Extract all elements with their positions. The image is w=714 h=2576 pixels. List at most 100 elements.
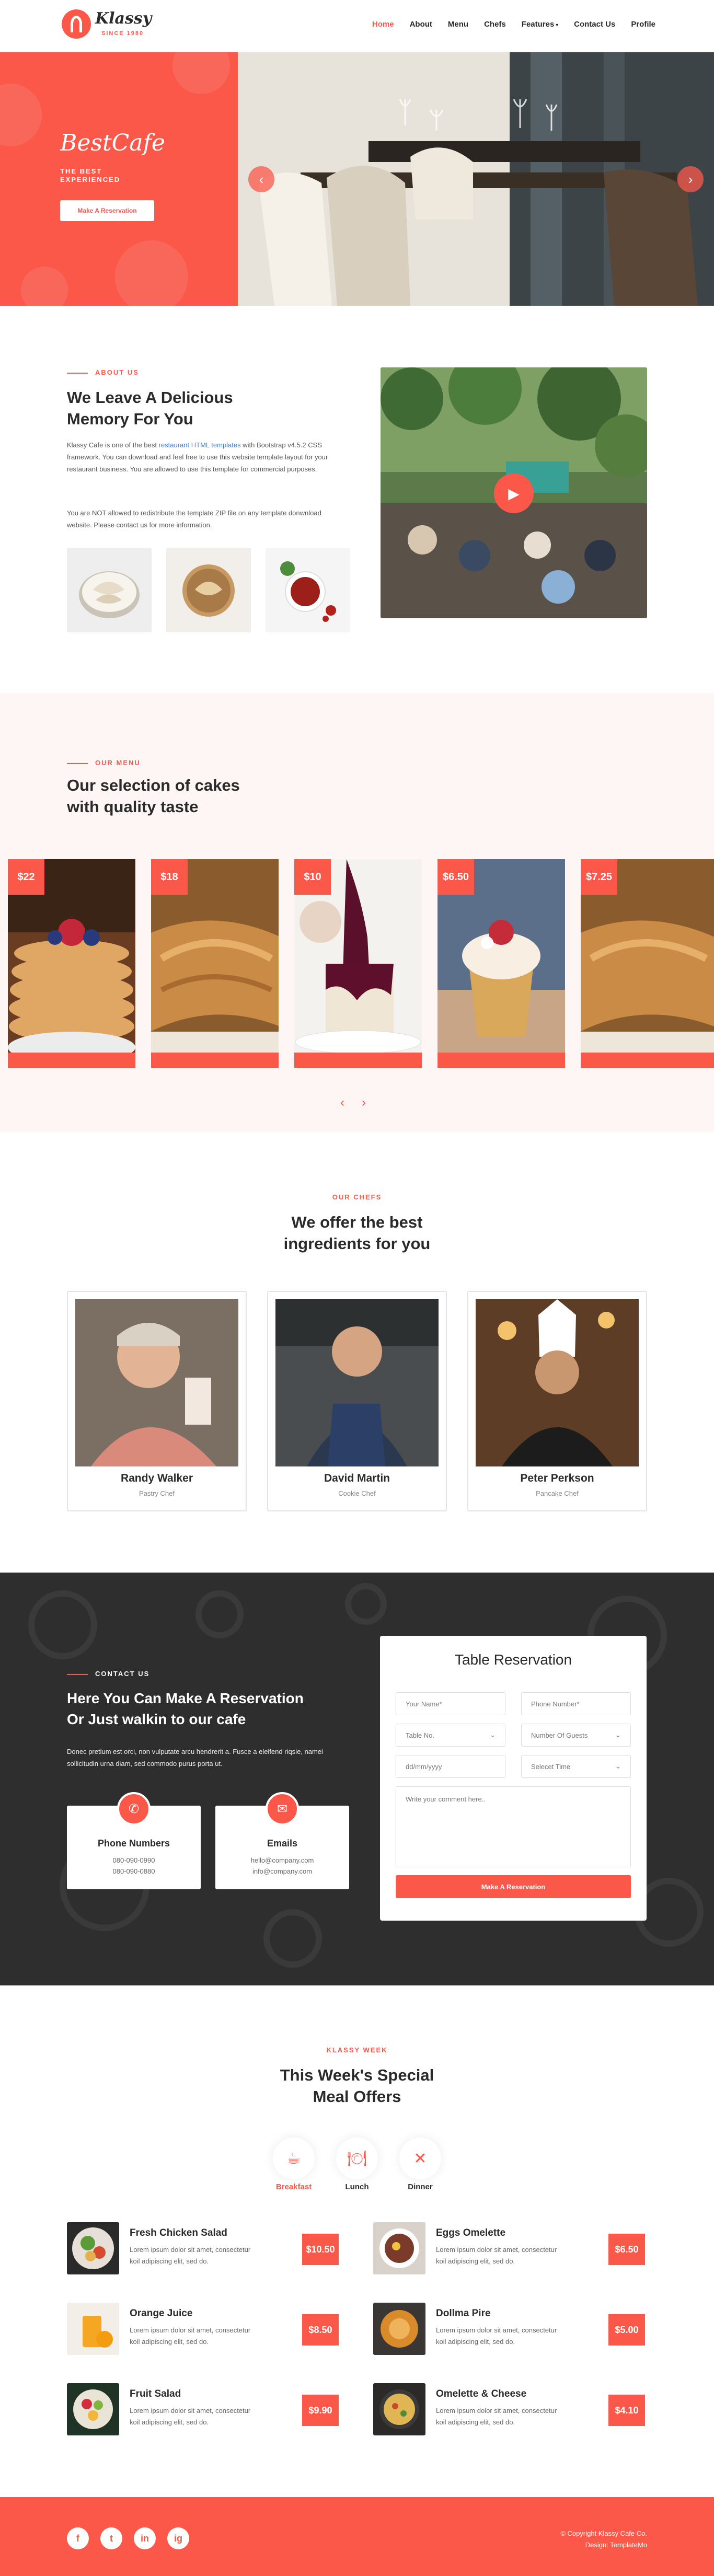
guests-select[interactable]: Number Of Guests ⌄ xyxy=(521,1724,631,1747)
meal-desc: Lorem ipsum dolor sit amet, consectetur k… xyxy=(436,2325,593,2348)
phone-number-2[interactable]: 080-090-0880 xyxy=(67,1867,201,1875)
templates-link[interactable]: restaurant HTML templates xyxy=(159,441,241,449)
meal-desc-line-2: koil adipiscing elit, sed do. xyxy=(436,2257,515,2265)
about-thumb-tea[interactable] xyxy=(266,548,350,632)
nav-features[interactable]: Features ▾ xyxy=(522,20,558,29)
week-title-line-2: Meal Offers xyxy=(313,2087,401,2106)
meal-desc-line-2: koil adipiscing elit, sed do. xyxy=(436,2338,515,2346)
meal-name: Orange Juice xyxy=(130,2308,193,2319)
make-reservation-button[interactable]: Make A Reservation xyxy=(60,200,154,221)
nav-home[interactable]: Home xyxy=(372,20,394,29)
contact-title: Here You Can Make A Reservation Or Just … xyxy=(67,1688,304,1730)
menu-title-line-1: Our selection of cakes xyxy=(67,776,240,794)
meal-item[interactable]: Fresh Chicken Salad Lorem ipsum dolor si… xyxy=(67,2222,339,2274)
meal-price: $4.10 xyxy=(608,2395,645,2426)
chef-name: Randy Walker xyxy=(120,1472,193,1484)
time-placeholder: Selecet Time xyxy=(531,1762,571,1771)
week-title: This Week's Special Meal Offers xyxy=(0,2064,714,2107)
contact-label: Contact Us xyxy=(67,1670,149,1678)
price-badge: $7.25 xyxy=(581,859,617,895)
chef-photo xyxy=(75,1299,238,1466)
about-thumb-dumplings[interactable] xyxy=(67,548,152,632)
comment-textarea[interactable]: Write your comment here.. xyxy=(396,1786,631,1867)
about-video[interactable]: ▶ xyxy=(381,367,647,618)
hero-next-button[interactable]: › xyxy=(677,166,704,192)
chef-photo xyxy=(476,1299,639,1466)
chef-card[interactable]: Randy Walker Pastry Chef xyxy=(67,1291,247,1511)
menu-title: Our selection of cakes with quality tast… xyxy=(67,775,240,817)
nav-contact[interactable]: Contact Us xyxy=(574,20,615,29)
chefs-label: Our Chefs xyxy=(332,1193,382,1201)
nav-menu[interactable]: Menu xyxy=(448,20,468,29)
meal-name: Fresh Chicken Salad xyxy=(130,2227,227,2238)
meal-item[interactable]: Fruit Salad Lorem ipsum dolor sit amet, … xyxy=(67,2383,339,2435)
menu-card[interactable]: $6.50 xyxy=(437,859,565,1068)
chevron-right-icon: › xyxy=(688,171,693,187)
chef-card[interactable]: Peter Perkson Pancake Chef xyxy=(467,1291,647,1511)
nav-about[interactable]: About xyxy=(410,20,432,29)
about-title: We Leave A Delicious Memory For You xyxy=(67,387,233,430)
chefs-title-line-1: We offer the best xyxy=(291,1213,423,1231)
table-placeholder: Table No. xyxy=(406,1731,434,1739)
time-select[interactable]: Selecet Time ⌄ xyxy=(521,1755,631,1778)
phone-card: ✆ Phone Numbers 080-090-0990 080-090-088… xyxy=(67,1792,201,1889)
instagram-icon[interactable]: ig xyxy=(167,2527,189,2549)
tea-image xyxy=(266,548,350,632)
main-nav: Home About Menu Chefs Features ▾ Contact… xyxy=(372,20,655,29)
meal-desc-line-1: Lorem ipsum dolor sit amet, consectetur xyxy=(436,2246,557,2254)
tab-lunch-label[interactable]: Lunch xyxy=(336,2182,378,2191)
hero-prev-button[interactable]: ‹ xyxy=(248,166,274,192)
chef-role: Pastry Chef xyxy=(139,1489,175,1497)
menu-card[interactable]: $7.25 xyxy=(581,859,714,1068)
comment-placeholder: Write your comment here.. xyxy=(406,1795,486,1803)
nav-features-label: Features xyxy=(521,20,555,29)
menu-card[interactable]: $18 xyxy=(151,859,279,1068)
about-title-line-1: We Leave A Delicious xyxy=(67,388,233,407)
linkedin-icon[interactable]: in xyxy=(134,2527,156,2549)
chef-role: Pancake Chef xyxy=(536,1489,579,1497)
menu-next-button[interactable]: › xyxy=(362,1095,366,1110)
meal-price: $10.50 xyxy=(302,2234,339,2265)
tab-dinner-label[interactable]: Dinner xyxy=(399,2182,441,2191)
about-thumb-pastry[interactable] xyxy=(166,548,251,632)
logo-icon xyxy=(62,9,91,39)
phone-input[interactable]: Phone Number* xyxy=(521,1692,631,1715)
meal-desc: Lorem ipsum dolor sit amet, consectetur k… xyxy=(130,2244,286,2267)
meal-item[interactable]: Omelette & Cheese Lorem ipsum dolor sit … xyxy=(373,2383,645,2435)
nav-profile[interactable]: Profile xyxy=(631,20,655,29)
facebook-icon[interactable]: f xyxy=(67,2527,89,2549)
tab-breakfast[interactable]: ☕ xyxy=(273,2138,315,2179)
email-2[interactable]: info@company.com xyxy=(215,1867,349,1875)
meal-desc-line-1: Lorem ipsum dolor sit amet, consectetur xyxy=(130,2326,251,2334)
menu-prev-button[interactable]: ‹ xyxy=(340,1095,344,1110)
twitter-icon[interactable]: t xyxy=(100,2527,122,2549)
tab-breakfast-label[interactable]: Breakfast xyxy=(273,2182,315,2191)
phone-number-1[interactable]: 080-090-0990 xyxy=(67,1856,201,1864)
email-card: ✉ Emails hello@company.com info@company.… xyxy=(215,1792,349,1889)
menu-card[interactable]: $10 xyxy=(294,859,422,1068)
nav-chefs[interactable]: Chefs xyxy=(484,20,506,29)
meal-desc: Lorem ipsum dolor sit amet, consectetur k… xyxy=(130,2325,286,2348)
meal-desc: Lorem ipsum dolor sit amet, consectetur k… xyxy=(436,2405,593,2428)
about-p1-text: Klassy Cafe is one of the best xyxy=(67,441,159,449)
design-credit[interactable]: Design: TemplateMo xyxy=(560,2539,647,2551)
price-badge: $10 xyxy=(294,859,331,895)
meal-desc: Lorem ipsum dolor sit amet, consectetur k… xyxy=(130,2405,286,2428)
meal-item[interactable]: Orange Juice Lorem ipsum dolor sit amet,… xyxy=(67,2303,339,2355)
submit-reservation-button[interactable]: Make A Reservation xyxy=(396,1875,631,1898)
tab-lunch[interactable]: 🍽 xyxy=(336,2138,378,2179)
table-select[interactable]: Table No. ⌄ xyxy=(396,1724,505,1747)
brand-logo[interactable]: Klassy SINCE 1980 xyxy=(62,6,156,45)
meal-price: $9.90 xyxy=(302,2395,339,2426)
tab-dinner[interactable]: ✕ xyxy=(399,2138,441,2179)
name-input[interactable]: Your Name* xyxy=(396,1692,505,1715)
meal-item[interactable]: Eggs Omelette Lorem ipsum dolor sit amet… xyxy=(373,2222,645,2274)
date-input[interactable]: dd/mm/yyyy xyxy=(396,1755,505,1778)
email-1[interactable]: hello@company.com xyxy=(215,1856,349,1864)
meal-desc: Lorem ipsum dolor sit amet, consectetur k… xyxy=(436,2244,593,2267)
menu-card[interactable]: $22 xyxy=(8,859,135,1068)
meal-item[interactable]: Dollma Pire Lorem ipsum dolor sit amet, … xyxy=(373,2303,645,2355)
chef-card[interactable]: David Martin Cookie Chef xyxy=(267,1291,447,1511)
play-icon[interactable]: ▶ xyxy=(494,473,534,513)
omelette-cheese-image xyxy=(373,2383,425,2435)
